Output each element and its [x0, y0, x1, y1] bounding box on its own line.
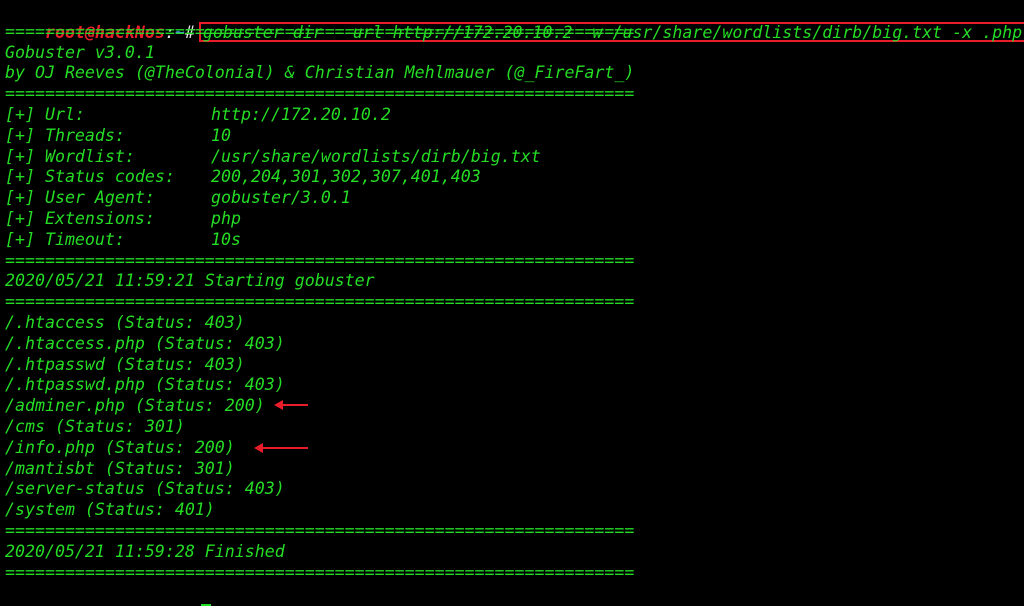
- separator-line: ========================================…: [5, 562, 635, 582]
- result-line: /system (Status: 401): [5, 500, 215, 520]
- result-line: /cms (Status: 301): [5, 416, 185, 436]
- finish-message: 2020/05/21 11:59:28 Finished: [5, 541, 285, 561]
- config-label: [+] Timeout:: [5, 229, 125, 249]
- command-line: root@hackNos:~# gobuster dir --url http:/…: [0, 1, 1024, 42]
- config-label: [+] User Agent:: [5, 188, 155, 208]
- result-line: /.htpasswd (Status: 403): [5, 354, 245, 374]
- banner-title: Gobuster v3.0.1: [5, 42, 155, 62]
- result-line: /server-status (Status: 403): [5, 479, 285, 499]
- config-value: http://172.20.10.2: [211, 104, 391, 124]
- terminal-window[interactable]: root@hackNos:~# gobuster dir --url http:/…: [0, 0, 1024, 606]
- config-row-extensions: [+] Extensions: php: [0, 209, 1024, 230]
- config-label: [+] Threads:: [5, 125, 125, 145]
- result-line-adminer: /adminer.php (Status: 200): [5, 396, 265, 416]
- config-value: php: [211, 208, 241, 228]
- config-label: [+] Status codes:: [5, 167, 175, 187]
- config-row-status-codes: [+] Status codes: 200,204,301,302,307,401…: [0, 167, 1024, 188]
- config-value: gobuster/3.0.1: [211, 188, 351, 208]
- config-row-user-agent: [+] User Agent: gobuster/3.0.1: [0, 188, 1024, 209]
- config-row-url: [+] Url: http://172.20.10.2: [0, 105, 1024, 126]
- separator-line: ========================================…: [5, 250, 635, 270]
- config-label: [+] Extensions:: [5, 208, 155, 228]
- config-value: 200,204,301,302,307,401,403: [211, 167, 481, 187]
- result-line: /.htaccess.php (Status: 403): [5, 333, 285, 353]
- config-row-threads: [+] Threads: 10: [0, 126, 1024, 147]
- annotation-arrow-adminer: [274, 400, 308, 410]
- separator-line: ========================================…: [5, 292, 635, 312]
- banner-authors: by OJ Reeves (@TheColonial) & Christian …: [5, 63, 635, 83]
- annotation-arrow-info: [254, 443, 308, 453]
- config-label: [+] Wordlist:: [5, 146, 135, 166]
- config-label: [+] Url:: [5, 104, 85, 124]
- result-line: /mantisbt (Status: 301): [5, 458, 235, 478]
- result-line: /.htaccess (Status: 403): [5, 312, 245, 332]
- config-value: /usr/share/wordlists/dirb/big.txt: [211, 146, 541, 166]
- start-message: 2020/05/21 11:59:21 Starting gobuster: [5, 271, 375, 291]
- config-row-timeout: [+] Timeout: 10s: [0, 230, 1024, 251]
- config-row-wordlist: [+] Wordlist: /usr/share/wordlists/dirb/b…: [0, 147, 1024, 168]
- current-prompt-line[interactable]: root@hackNos:~#: [0, 583, 1024, 606]
- separator-line: ========================================…: [5, 21, 635, 41]
- separator-line: ========================================…: [5, 520, 635, 540]
- result-line: /.htpasswd.php (Status: 403): [5, 375, 285, 395]
- config-value: 10s: [211, 229, 241, 249]
- config-value: 10: [211, 125, 231, 145]
- separator-line: ========================================…: [5, 84, 635, 104]
- result-line-info: /info.php (Status: 200): [5, 437, 235, 457]
